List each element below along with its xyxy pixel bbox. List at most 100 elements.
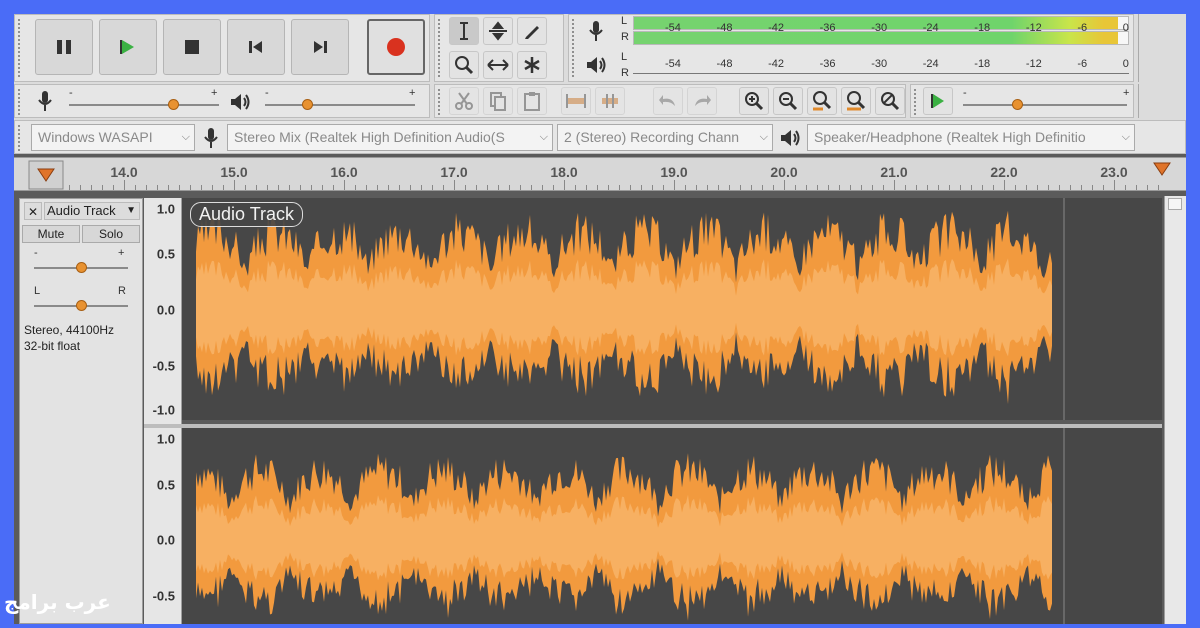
timeline-tick	[179, 185, 180, 190]
copy-button[interactable]	[483, 87, 513, 115]
toolbar-grip[interactable]	[438, 89, 446, 115]
playback-volume-slider[interactable]	[265, 104, 415, 106]
timeline-tick	[168, 185, 169, 190]
playback-meter-button[interactable]	[583, 51, 609, 79]
track-format-line1: Stereo, 44100Hz	[24, 323, 115, 337]
close-track-button[interactable]: ✕	[24, 202, 42, 220]
toolbar-grip[interactable]	[572, 19, 580, 77]
selection-tool-button[interactable]	[449, 17, 479, 45]
timeline-tick	[223, 185, 224, 190]
paste-button[interactable]	[517, 87, 547, 115]
timeline-tick	[520, 185, 521, 190]
timeline-tick	[443, 185, 444, 190]
device-toolbar: Windows WASAPI ⌵ Stereo Mix (Realtek High…	[14, 120, 1186, 154]
timeline-tick	[355, 185, 356, 190]
play-icon	[120, 40, 134, 54]
toolbar-grip[interactable]	[438, 19, 446, 77]
record-volume-thumb[interactable]	[167, 99, 179, 110]
recording-device-select[interactable]: Stereo Mix (Realtek High Definition Audi…	[227, 124, 553, 151]
timeline-tick	[1147, 185, 1148, 190]
selection-end-marker-icon[interactable]	[1152, 161, 1172, 177]
toolbar-grip[interactable]	[18, 89, 26, 115]
undo-button[interactable]	[653, 87, 683, 115]
play-speed-min: -	[963, 87, 967, 99]
vertical-ruler-channel-2[interactable]: 1.0 0.5 0.0 -0.5	[144, 428, 182, 624]
i-beam-icon	[460, 22, 468, 40]
zoom-in-button[interactable]	[739, 87, 769, 115]
silence-button[interactable]	[595, 87, 625, 115]
fit-project-button[interactable]	[841, 87, 871, 115]
playback-meter-line[interactable]	[633, 73, 1129, 74]
fit-selection-button[interactable]	[807, 87, 837, 115]
play-button[interactable]	[99, 19, 157, 75]
microphone-icon	[204, 128, 218, 148]
audio-host-select[interactable]: Windows WASAPI ⌵	[31, 124, 195, 151]
play-speed-slider[interactable]	[963, 104, 1127, 106]
timeline-tick	[1004, 180, 1005, 190]
recording-channels-select[interactable]: 2 (Stereo) Recording Chann ⌵	[557, 124, 773, 151]
timeline-tick	[839, 185, 840, 190]
pan-right-label: R	[118, 285, 126, 297]
play-at-speed-button[interactable]	[923, 87, 953, 115]
envelope-tool-button[interactable]	[483, 17, 513, 45]
timeline-tick	[432, 185, 433, 190]
toolbar-grip[interactable]	[18, 125, 26, 151]
redo-button[interactable]	[687, 87, 717, 115]
chevron-down-icon: ⌵	[759, 131, 768, 143]
skip-to-start-button[interactable]	[227, 19, 285, 75]
chevron-down-icon: ⌵	[1121, 131, 1130, 143]
pause-icon	[57, 40, 71, 54]
pause-button[interactable]	[35, 19, 93, 75]
undo-icon	[659, 95, 675, 106]
gain-slider-thumb[interactable]	[76, 262, 87, 273]
timeline-tick	[476, 185, 477, 190]
timeline-tick	[454, 180, 455, 190]
record-meter-left-label: L	[621, 15, 628, 27]
mute-button[interactable]: Mute	[22, 225, 80, 243]
playback-volume-min: -	[265, 87, 269, 99]
cut-button[interactable]	[449, 87, 479, 115]
vertical-ruler-channel-1[interactable]: 1.0 0.5 0.0 -0.5 -1.0	[144, 198, 182, 424]
timeline-tick	[817, 185, 818, 190]
toolbar-grip[interactable]	[914, 89, 922, 115]
timeline-tick	[740, 185, 741, 190]
play-head-marker-icon[interactable]	[28, 160, 64, 190]
solo-button[interactable]: Solo	[82, 225, 140, 243]
play-speed-thumb[interactable]	[1012, 99, 1024, 110]
timeline-ruler[interactable]: 14.0 15.0 16.0 17.0 18.0 19.0 20.0 21.0 22.0 23.0	[14, 157, 1186, 191]
stop-button[interactable]	[163, 19, 221, 75]
timeline-tick	[487, 185, 488, 190]
track-menu-button[interactable]: Audio Track ▼	[44, 202, 140, 220]
toolbar-grip[interactable]	[18, 19, 26, 77]
timeline-tick	[630, 185, 631, 190]
timeline-tick	[927, 185, 928, 190]
clip-title-bar[interactable]: Audio Track	[190, 202, 304, 227]
timeline-tick	[1125, 185, 1126, 190]
zoom-out-button[interactable]	[773, 87, 803, 115]
timeline-tick	[564, 180, 565, 190]
multi-tool-button[interactable]	[517, 51, 547, 79]
zoom-tool-button[interactable]	[449, 51, 479, 79]
record-volume-slider[interactable]	[69, 104, 219, 106]
scrollbar-thumb[interactable]	[1168, 198, 1182, 210]
draw-tool-button[interactable]	[517, 17, 547, 45]
timeline-tick	[465, 185, 466, 190]
playback-volume-thumb[interactable]	[302, 99, 313, 110]
zoom-toggle-button[interactable]	[875, 87, 905, 115]
waveform-svg-channel-2	[196, 428, 1065, 624]
time-shift-tool-button[interactable]	[483, 51, 513, 79]
record-icon	[387, 38, 405, 56]
skip-to-end-button[interactable]	[291, 19, 349, 75]
trim-button[interactable]	[561, 87, 591, 115]
waveform-channel-1[interactable]: Audio Track	[182, 198, 1162, 420]
waveform-channel-2[interactable]	[182, 428, 1162, 624]
pan-slider-thumb[interactable]	[76, 300, 87, 311]
trim-audio-icon	[566, 94, 586, 108]
vertical-scrollbar[interactable]	[1164, 196, 1186, 624]
right-toolbar-edge	[1138, 84, 1186, 118]
skip-to-start-icon	[249, 41, 262, 53]
record-meter-button[interactable]	[583, 17, 609, 45]
playback-device-select[interactable]: Speaker/Headphone (Realtek High Definiti…	[807, 124, 1135, 151]
record-meter-right-label: R	[621, 31, 629, 43]
record-button[interactable]	[367, 19, 425, 75]
